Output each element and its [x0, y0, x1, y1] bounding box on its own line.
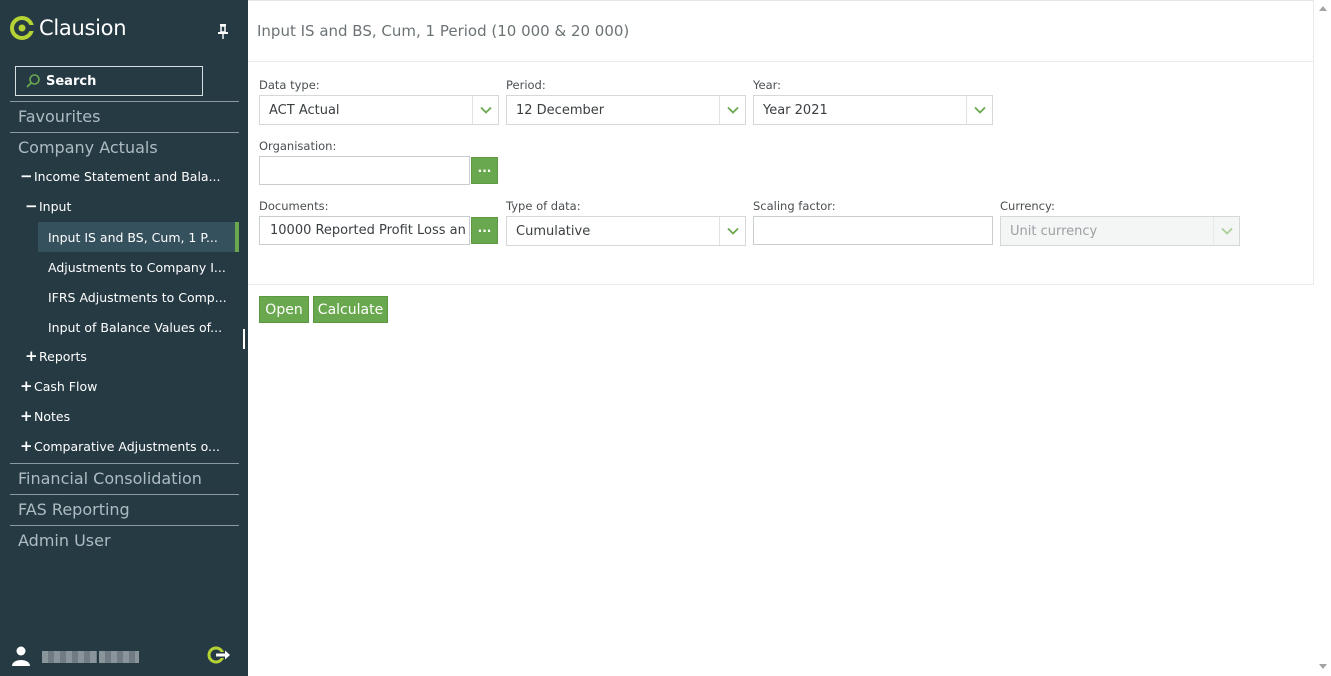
nav-section-fas-reporting[interactable]: FAS Reporting: [18, 500, 130, 519]
tree-item-label: Cash Flow: [34, 378, 98, 394]
tree-item-input-balance-values[interactable]: Input of Balance Values of...: [38, 312, 239, 342]
tree-item-ifrs-adjustments[interactable]: IFRS Adjustments to Comp...: [38, 282, 239, 312]
tree-item-cash-flow[interactable]: + Cash Flow: [20, 372, 97, 400]
divider: [10, 463, 239, 464]
year-label: Year:: [753, 78, 782, 92]
type-of-data-select[interactable]: Cumulative: [506, 216, 746, 246]
search-label: Search: [46, 73, 97, 89]
scroll-down-icon[interactable]: [1319, 664, 1327, 669]
tree-item-income-statement[interactable]: − Income Statement and Bala...: [20, 162, 221, 190]
app-logo[interactable]: Clausion: [10, 16, 127, 40]
search-icon: [26, 74, 40, 88]
page-scrollbar[interactable]: [1314, 0, 1331, 676]
chevron-down-icon[interactable]: [719, 217, 745, 245]
divider: [10, 494, 239, 495]
currency-select: Unit currency: [1000, 216, 1240, 246]
type-of-data-label: Type of data:: [506, 199, 581, 213]
organisation-input[interactable]: [259, 156, 470, 185]
calculate-button[interactable]: Calculate: [313, 296, 388, 323]
tree-item-adjustments-company[interactable]: Adjustments to Company I...: [38, 252, 239, 282]
data-type-select[interactable]: ACT Actual: [259, 95, 499, 125]
documents-browse-button[interactable]: ···: [471, 217, 498, 244]
top-border: [248, 0, 1314, 1]
currency-value: Unit currency: [1010, 223, 1098, 239]
expand-icon: +: [20, 377, 33, 395]
logo-text: Clausion: [39, 16, 127, 40]
tree-item-label: Input: [39, 198, 72, 214]
period-value: 12 December: [516, 102, 605, 118]
scroll-up-icon[interactable]: [1319, 6, 1327, 11]
collapse-icon: −: [25, 197, 38, 215]
sidebar-scroll-indicator[interactable]: [243, 329, 245, 349]
divider: [10, 132, 239, 133]
data-type-label: Data type:: [259, 78, 320, 92]
tree-item-notes[interactable]: + Notes: [20, 402, 70, 430]
scaling-factor-input[interactable]: [753, 216, 993, 245]
divider: [10, 101, 239, 102]
divider: [10, 525, 239, 526]
chevron-down-icon: [1213, 217, 1239, 245]
open-button[interactable]: Open: [259, 296, 309, 323]
organisation-label: Organisation:: [259, 139, 337, 153]
tree-item-input[interactable]: − Input: [25, 192, 71, 220]
scaling-factor-label: Scaling factor:: [753, 199, 836, 213]
type-of-data-value: Cumulative: [516, 223, 591, 239]
nav-section-favourites[interactable]: Favourites: [18, 107, 100, 126]
year-value: Year 2021: [763, 102, 828, 118]
pin-icon[interactable]: [215, 22, 231, 40]
divider: [248, 61, 1314, 62]
user-icon[interactable]: [12, 646, 30, 666]
organisation-browse-button[interactable]: ···: [471, 157, 498, 184]
data-type-value: ACT Actual: [269, 102, 340, 118]
sidebar: Clausion Search Favourites Company Actua…: [0, 0, 248, 676]
logo-mark-icon: [10, 16, 34, 40]
search-input[interactable]: Search: [15, 66, 203, 96]
year-select[interactable]: Year 2021: [753, 95, 993, 125]
currency-label: Currency:: [1000, 199, 1055, 213]
tree-item-input-is-bs[interactable]: Input IS and BS, Cum, 1 P...: [38, 222, 239, 252]
divider: [248, 284, 1314, 285]
logout-icon[interactable]: [207, 646, 231, 664]
chevron-down-icon[interactable]: [719, 96, 745, 124]
period-select[interactable]: 12 December: [506, 95, 746, 125]
nav-section-company-actuals[interactable]: Company Actuals: [18, 138, 158, 157]
nav-section-admin-user[interactable]: Admin User: [18, 531, 111, 550]
nav-section-financial-consolidation[interactable]: Financial Consolidation: [18, 469, 202, 488]
tree-item-label: Notes: [34, 408, 71, 424]
documents-input[interactable]: 10000 Reported Profit Loss an: [259, 216, 470, 245]
documents-label: Documents:: [259, 199, 329, 213]
expand-icon: +: [25, 347, 38, 365]
tree-item-reports[interactable]: + Reports: [25, 342, 87, 370]
chevron-down-icon[interactable]: [966, 96, 992, 124]
tree-item-comparative-adjustments[interactable]: + Comparative Adjustments o...: [20, 432, 220, 460]
tree-item-label: Comparative Adjustments o...: [34, 438, 220, 454]
collapse-icon: −: [20, 167, 33, 185]
expand-icon: +: [20, 437, 33, 455]
period-label: Period:: [506, 78, 546, 92]
expand-icon: +: [20, 407, 33, 425]
page-title: Input IS and BS, Cum, 1 Period (10 000 &…: [257, 22, 630, 40]
main-content: Input IS and BS, Cum, 1 Period (10 000 &…: [248, 0, 1331, 676]
chevron-down-icon[interactable]: [472, 96, 498, 124]
user-name-redacted: [42, 651, 142, 665]
tree-item-label: Income Statement and Bala...: [34, 168, 221, 184]
tree-item-label: Reports: [39, 348, 87, 364]
